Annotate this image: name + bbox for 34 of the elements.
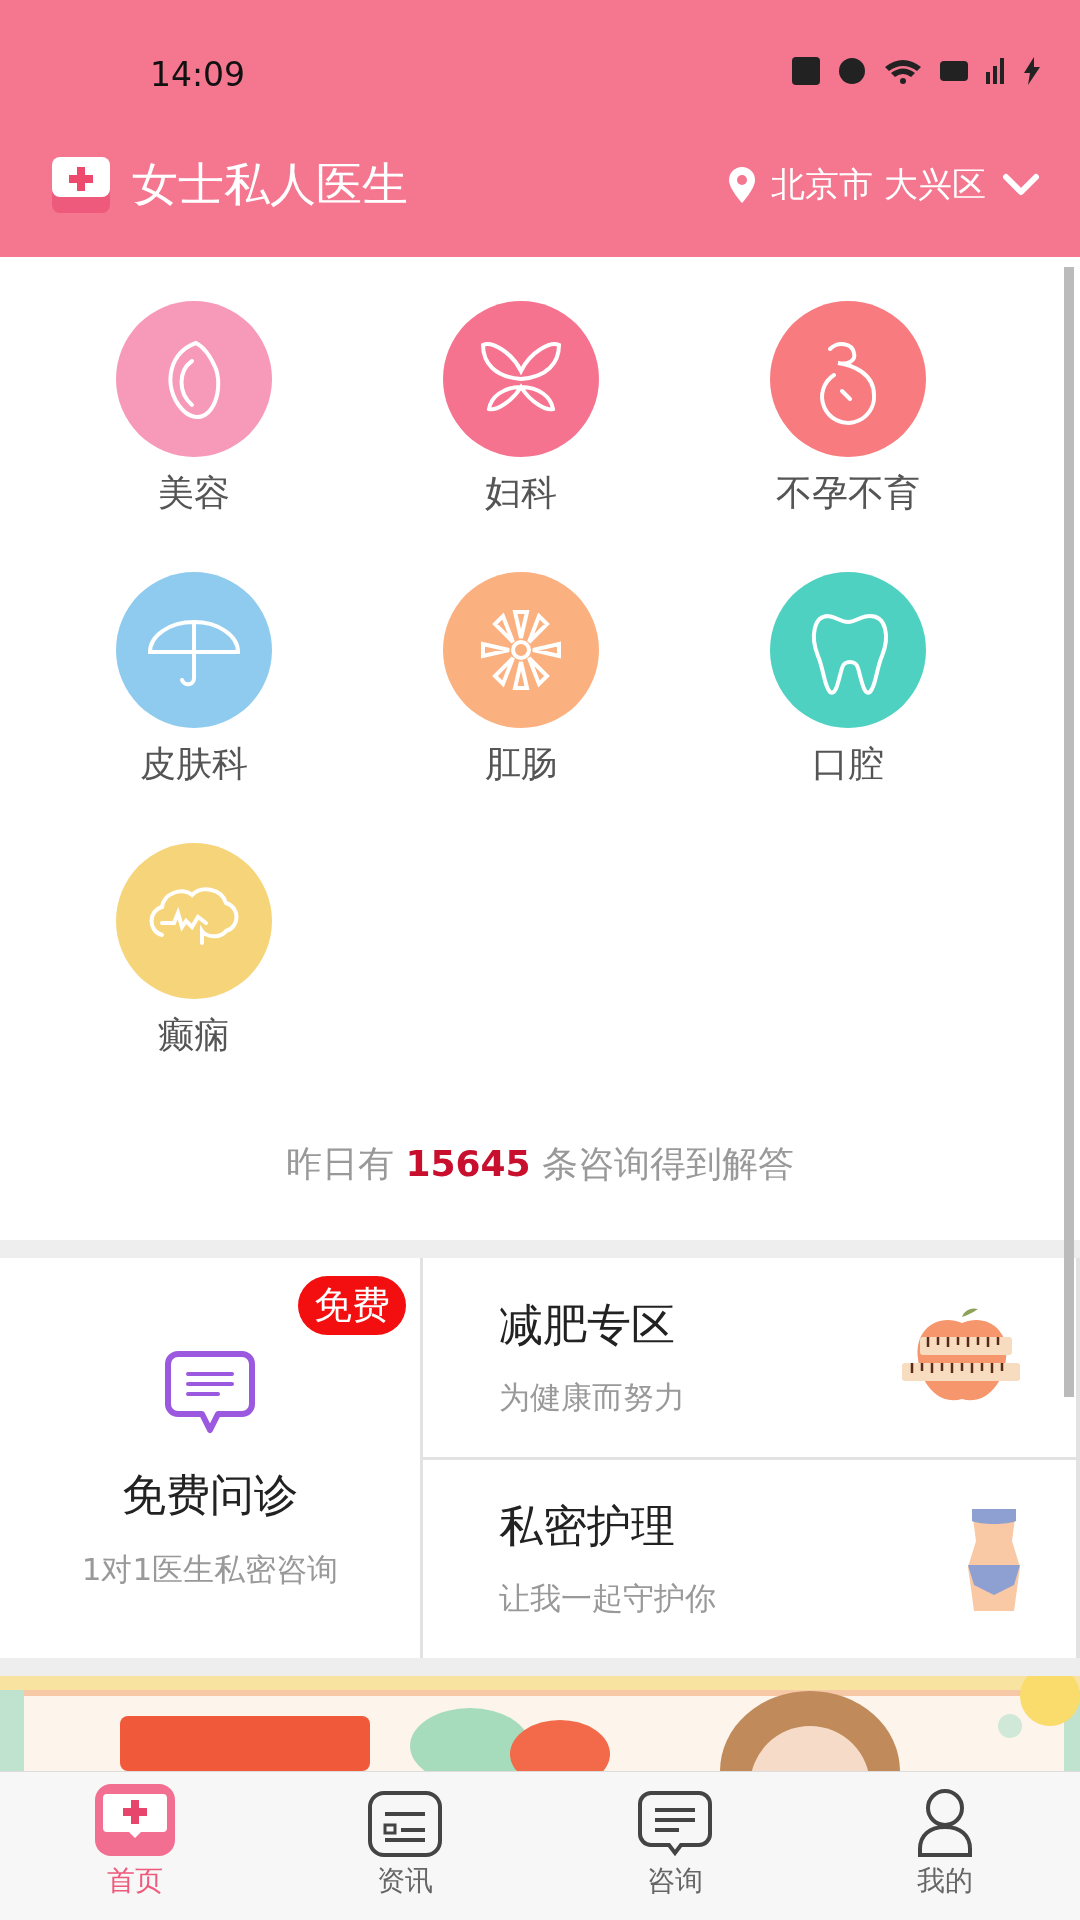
- wifi-icon: [884, 57, 922, 85]
- category-item[interactable]: 皮肤科: [30, 572, 357, 789]
- category-item[interactable]: 妇科: [357, 301, 684, 518]
- nav-tab[interactable]: 我的: [810, 1772, 1080, 1920]
- user-icon: [917, 1788, 973, 1858]
- promo-card[interactable]: 减肥专区 为健康而努力: [423, 1258, 1076, 1457]
- card-title: 减肥专区: [499, 1297, 676, 1352]
- card-subtitle: 让我一起守护你: [499, 1579, 716, 1619]
- category-item[interactable]: 肛肠: [357, 572, 684, 789]
- card-subtitle: 为健康而努力: [499, 1377, 685, 1417]
- free-badge: 免费: [298, 1276, 406, 1335]
- status-time: 14:09: [150, 55, 246, 94]
- card-title: 私密护理: [499, 1499, 676, 1554]
- nav-tab[interactable]: 咨询: [540, 1772, 810, 1920]
- chat-icon: [164, 1350, 256, 1436]
- signal-icon: [986, 58, 1006, 84]
- charging-icon: [1024, 57, 1040, 85]
- category-item[interactable]: 不孕不育: [684, 301, 1011, 518]
- card-subtitle: 1对1医生私密咨询: [81, 1550, 339, 1589]
- stats-text: 昨日有 15645 条咨询得到解答: [284, 1142, 796, 1186]
- promo-card[interactable]: 私密护理 让我一起守护你: [423, 1459, 1076, 1658]
- free-consult-card[interactable]: 免费 免费问诊 1对1医生私密咨询: [0, 1258, 420, 1658]
- category-item[interactable]: 美容: [30, 301, 357, 518]
- logo-icon: [52, 157, 110, 213]
- home-icon: [93, 1782, 177, 1858]
- card-title: 免费问诊: [122, 1468, 298, 1522]
- nav-tab[interactable]: 资讯: [270, 1772, 540, 1920]
- chevron-down-icon: [1002, 173, 1040, 197]
- app-title: 女士私人医生: [132, 156, 409, 213]
- chat-icon: [637, 1790, 713, 1858]
- category-item[interactable]: 口腔: [684, 572, 1011, 789]
- location-pin-icon: [729, 167, 756, 203]
- category-item[interactable]: 癫痫: [30, 843, 357, 1060]
- news-icon: [367, 1790, 443, 1858]
